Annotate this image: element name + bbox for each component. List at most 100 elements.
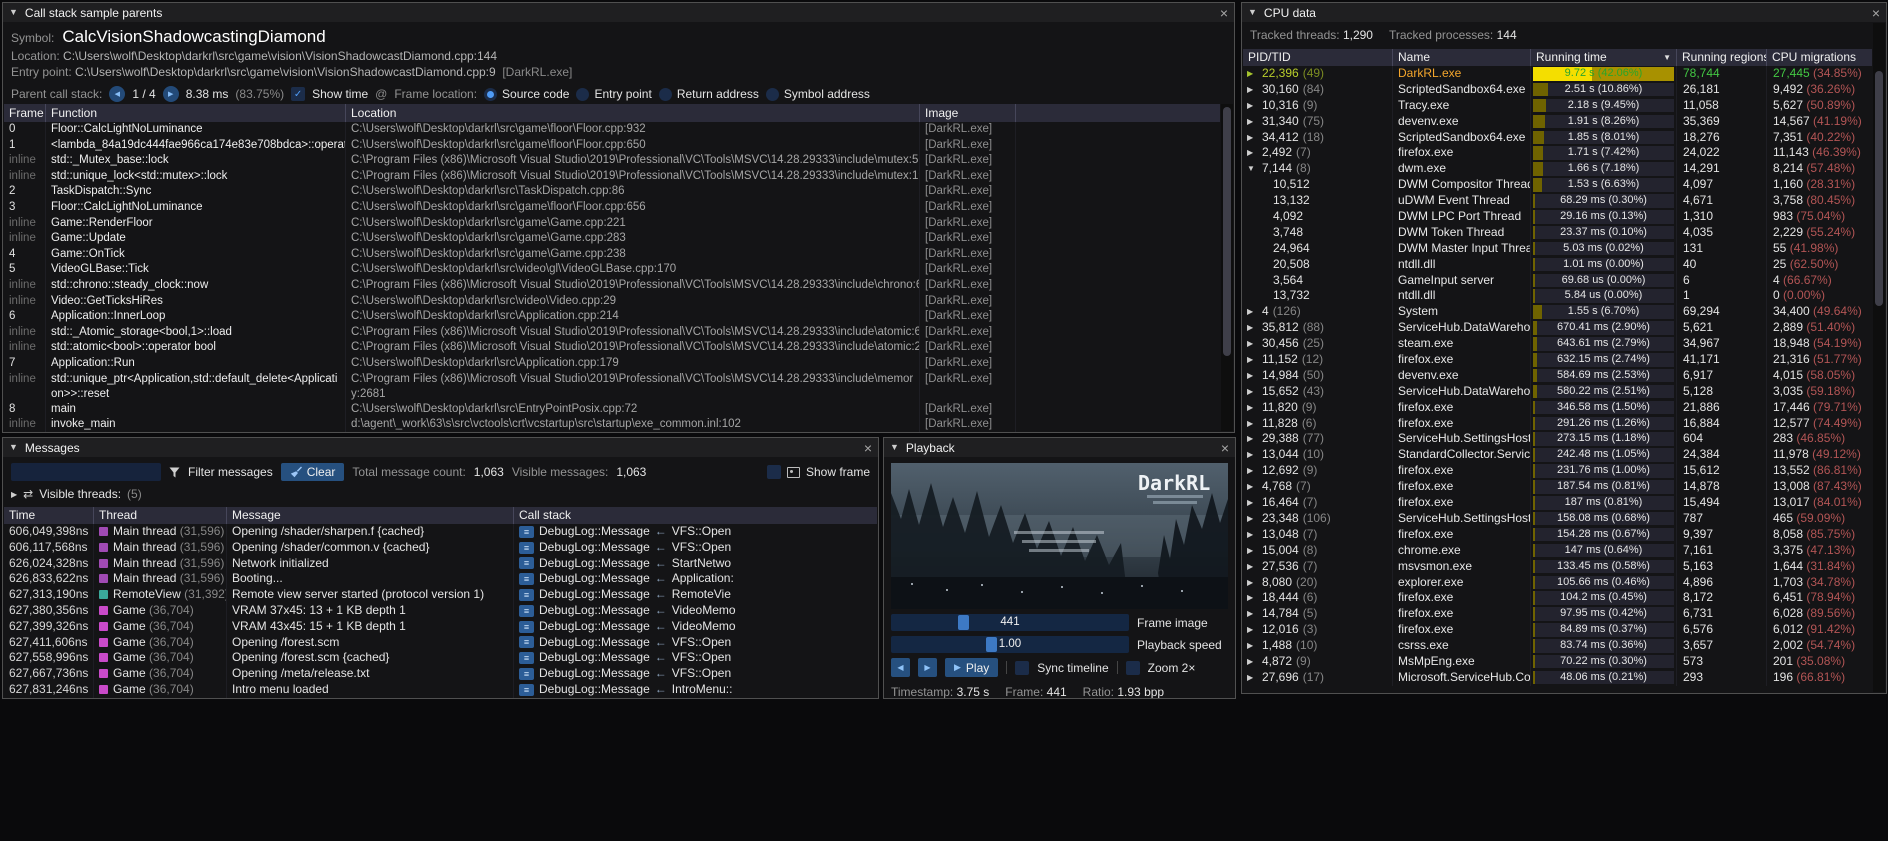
frame-location-radio[interactable]: Return address	[659, 87, 759, 101]
scrollbar-thumb[interactable]	[1875, 71, 1883, 306]
zoom-checkbox[interactable]	[1126, 661, 1140, 675]
cpu-process-row[interactable]: 10,512 DWM Compositor Thread 1.53 s (6.6…	[1243, 177, 1872, 193]
cpu-process-row[interactable]: ▶ 13,044 (10) StandardCollector.Service.…	[1243, 447, 1872, 463]
col-function[interactable]: Function	[46, 104, 346, 122]
cpu-process-row[interactable]: ▶ 4 (126) System 1.55 s (6.70%) 69,294	[1243, 304, 1872, 320]
callstack-frame-row[interactable]: 0 Floor::CalcLightNoLuminance C:\Users\w…	[4, 122, 1220, 138]
frame-location-radio[interactable]: Entry point	[576, 87, 651, 101]
expand-icon[interactable]: ▶	[1247, 575, 1258, 591]
close-icon[interactable]: ×	[1872, 6, 1880, 20]
next-parent-button[interactable]: ▶	[163, 86, 179, 102]
cpu-process-row[interactable]: ▶ 4,872 (9) MsMpEng.exe 70.22 ms (0.30%)…	[1243, 654, 1872, 670]
expand-icon[interactable]: ▶	[1247, 82, 1258, 98]
callstack-icon[interactable]: ≡	[519, 542, 534, 554]
callstack-icon[interactable]: ≡	[519, 573, 534, 585]
message-row[interactable]: 626,833,622ns Main thread (31,596) Booti…	[4, 571, 877, 587]
cpu-process-row[interactable]: ▶ 12,016 (3) firefox.exe 84.89 ms (0.37%…	[1243, 622, 1872, 638]
expand-icon[interactable]: ▶	[1247, 304, 1258, 320]
radio-icon[interactable]	[766, 88, 779, 101]
callstack-icon[interactable]: ≡	[519, 652, 534, 664]
expand-icon[interactable]: ▶	[1247, 622, 1258, 638]
cpu-process-row[interactable]: ▶ 22,396 (49) DarkRL.exe 9.72 s (42.06%)…	[1243, 66, 1872, 82]
cpu-process-row[interactable]: ▶ 14,784 (5) firefox.exe 97.95 ms (0.42%…	[1243, 606, 1872, 622]
cpu-process-row[interactable]: ▶ 15,004 (8) chrome.exe 147 ms (0.64%) 7…	[1243, 543, 1872, 559]
expand-icon[interactable]: ▶	[1247, 654, 1258, 670]
callstack-icon[interactable]: ≡	[519, 636, 534, 648]
expand-icon[interactable]: ▶	[1247, 511, 1258, 527]
expand-icon[interactable]: ▶	[1247, 98, 1258, 114]
expand-icon[interactable]: ▶	[1247, 130, 1258, 146]
play-button[interactable]: ▶ Play	[945, 658, 998, 677]
expand-icon[interactable]: ▶	[1247, 638, 1258, 654]
scrollbar-thumb[interactable]	[1223, 107, 1231, 356]
callstack-scrollbar[interactable]	[1221, 104, 1233, 431]
frame-slider[interactable]: 441	[891, 614, 1129, 631]
callstack-icon[interactable]: ≡	[519, 684, 534, 696]
cpu-process-row[interactable]: 3,748 DWM Token Thread 23.37 ms (0.10%) …	[1243, 225, 1872, 241]
message-row[interactable]: 627,399,326ns Game (36,704) VRAM 43x45: …	[4, 619, 877, 635]
col-time[interactable]: Time	[4, 507, 94, 524]
visible-threads-label[interactable]: Visible threads:	[39, 487, 121, 501]
message-row[interactable]: 627,411,606ns Game (36,704) Opening /for…	[4, 635, 877, 651]
expand-icon[interactable]: ▶	[1247, 320, 1258, 336]
expand-icon[interactable]: ▶	[1247, 400, 1258, 416]
callstack-frame-row[interactable]: 5 VideoGLBase::Tick C:\Users\wolf\Deskto…	[4, 262, 1220, 278]
callstack-frame-row[interactable]: 1 <lambda_84a19dc444fae966ca174e83e708bd…	[4, 138, 1220, 154]
col-thread[interactable]: Thread	[94, 507, 227, 524]
cpu-process-row[interactable]: ▶ 29,388 (77) ServiceHub.SettingsHost.ex…	[1243, 431, 1872, 447]
radio-icon[interactable]	[576, 88, 589, 101]
col-cpu-migrations[interactable]: CPU migrations	[1767, 49, 1872, 66]
expand-icon[interactable]: ▶	[1247, 431, 1258, 447]
col-location[interactable]: Location	[346, 104, 920, 122]
callstack-frame-row[interactable]: inline invoke_main d:\agent\_work\63\s\s…	[4, 417, 1220, 432]
cpu-process-row[interactable]: ▶ 31,340 (75) devenv.exe 1.91 s (8.26%) …	[1243, 114, 1872, 130]
cpu-process-row[interactable]: ▶ 11,828 (6) firefox.exe 291.26 ms (1.26…	[1243, 416, 1872, 432]
close-icon[interactable]: ×	[864, 441, 872, 455]
expand-icon[interactable]: ▶	[1247, 145, 1258, 161]
callstack-frame-row[interactable]: inline Game::RenderFloor C:\Users\wolf\D…	[4, 216, 1220, 232]
expand-icon[interactable]: ▶	[1247, 479, 1258, 495]
collapse-icon[interactable]: ▼	[9, 443, 18, 452]
cpu-process-row[interactable]: ▶ 35,812 (88) ServiceHub.DataWarehouseHo…	[1243, 320, 1872, 336]
step-forward-button[interactable]: ▶	[918, 658, 937, 677]
callstack-frame-row[interactable]: inline std::atomic<bool>::operator bool …	[4, 340, 1220, 356]
message-row[interactable]: 606,117,568ns Main thread (31,596) Openi…	[4, 540, 877, 556]
callstack-frame-row[interactable]: 8 main C:\Users\wolf\Desktop\darkrl\src\…	[4, 402, 1220, 418]
cpu-process-row[interactable]: ▶ 13,048 (7) firefox.exe 154.28 ms (0.67…	[1243, 527, 1872, 543]
cpu-process-row[interactable]: ▶ 11,820 (9) firefox.exe 346.58 ms (1.50…	[1243, 400, 1872, 416]
expand-icon[interactable]: ▶	[1247, 495, 1258, 511]
col-message[interactable]: Message	[227, 507, 514, 524]
cpu-process-row[interactable]: ▶ 10,316 (9) Tracy.exe 2.18 s (9.45%) 11…	[1243, 98, 1872, 114]
cpu-process-row[interactable]: ▶ 30,456 (25) steam.exe 643.61 ms (2.79%…	[1243, 336, 1872, 352]
message-row[interactable]: 606,049,398ns Main thread (31,596) Openi…	[4, 524, 877, 540]
speed-slider[interactable]: 1.00	[891, 636, 1129, 653]
cpu-process-row[interactable]: ▼ 7,144 (8) dwm.exe 1.66 s (7.18%) 14,29…	[1243, 161, 1872, 177]
expand-icon[interactable]: ▶	[1247, 114, 1258, 130]
expand-icon[interactable]: ▶	[1247, 463, 1258, 479]
cpu-process-row[interactable]: ▶ 15,652 (43) ServiceHub.DataWarehouseHo…	[1243, 384, 1872, 400]
col-name[interactable]: Name	[1393, 49, 1531, 66]
expander-icon[interactable]: ▶	[11, 490, 17, 499]
col-running-time[interactable]: Running time▼	[1531, 49, 1677, 66]
callstack-frame-row[interactable]: 4 Game::OnTick C:\Users\wolf\Desktop\dar…	[4, 247, 1220, 263]
cpu-process-row[interactable]: ▶ 8,080 (20) explorer.exe 105.66 ms (0.4…	[1243, 575, 1872, 591]
callstack-frame-row[interactable]: inline std::unique_lock<std::mutex>::loc…	[4, 169, 1220, 185]
callstack-frame-row[interactable]: 6 Application::InnerLoop C:\Users\wolf\D…	[4, 309, 1220, 325]
cpu-process-row[interactable]: ▶ 1,488 (10) csrss.exe 83.74 ms (0.36%) …	[1243, 638, 1872, 654]
message-row[interactable]: 627,313,190ns RemoteView (31,392) Remote…	[4, 587, 877, 603]
callstack-frame-row[interactable]: inline Game::Update C:\Users\wolf\Deskto…	[4, 231, 1220, 247]
show-frame-checkbox[interactable]	[767, 465, 781, 479]
message-row[interactable]: 627,558,996ns Game (36,704) Opening /for…	[4, 650, 877, 666]
callstack-icon[interactable]: ≡	[519, 668, 534, 680]
callstack-icon[interactable]: ≡	[519, 557, 534, 569]
cpu-process-row[interactable]: ▶ 34,412 (18) ScriptedSandbox64.exe 1.85…	[1243, 130, 1872, 146]
close-icon[interactable]: ×	[1221, 441, 1229, 455]
expand-icon[interactable]: ▶	[1247, 527, 1258, 543]
col-image[interactable]: Image	[920, 104, 1016, 122]
prev-parent-button[interactable]: ◀	[109, 86, 125, 102]
cpu-process-row[interactable]: 13,732 ntdll.dll 5.84 us (0.00%) 1 0 (0.…	[1243, 288, 1872, 304]
collapse-icon[interactable]: ▼	[890, 443, 899, 452]
callstack-frame-row[interactable]: 7 Application::Run C:\Users\wolf\Desktop…	[4, 356, 1220, 372]
col-pid-tid[interactable]: PID/TID	[1243, 49, 1393, 66]
expand-icon[interactable]: ▶	[1247, 447, 1258, 463]
